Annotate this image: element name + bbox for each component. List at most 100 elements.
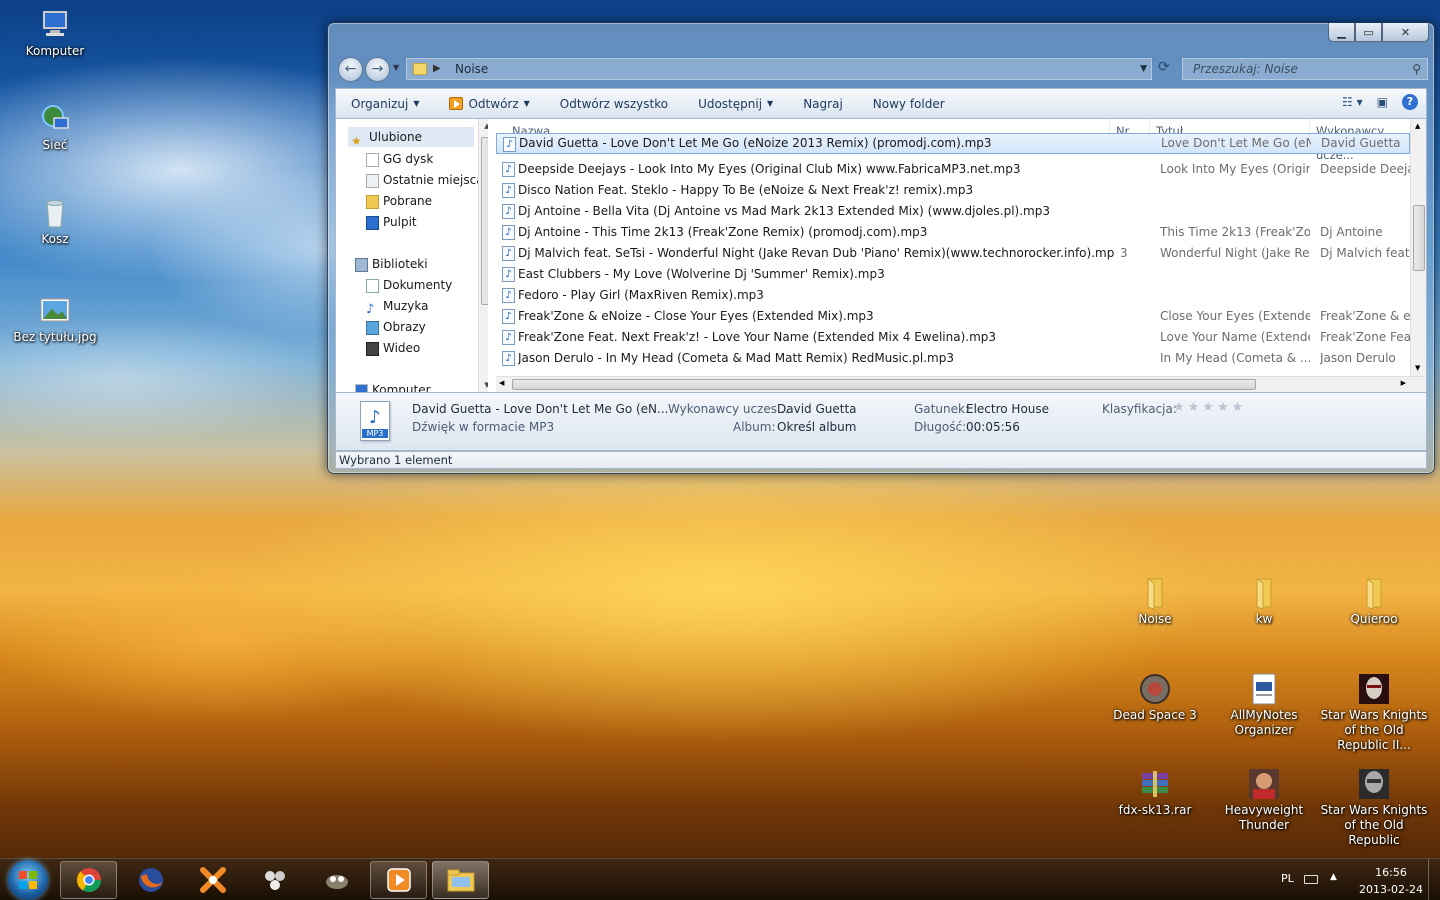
file-row[interactable]: ♪ David Guetta - Love Don't Let Me Go (eN… bbox=[496, 133, 1410, 154]
file-row[interactable]: ♪ Jason Derulo - In My Head (Cometa & Mad… bbox=[496, 348, 1410, 369]
desktop-icon-network[interactable]: Sieć bbox=[0, 102, 110, 153]
rating-stars[interactable]: ★★★★★ bbox=[1173, 400, 1246, 415]
nav-item-desktop[interactable]: Pulpit bbox=[366, 212, 417, 232]
file-row[interactable]: ♪ Dj Antoine - Bella Vita (Dj Antoine vs … bbox=[496, 201, 1410, 222]
desktop-icon-label: kw bbox=[1255, 612, 1273, 626]
desktop-icon-allmynotes[interactable]: AllMyNotes Organizer bbox=[1209, 672, 1319, 738]
view-options-icon[interactable]: ☷ ▾ bbox=[1342, 95, 1363, 109]
desktop-icon-folder-quieroo[interactable]: Quieroo bbox=[1319, 576, 1429, 627]
play-all-button[interactable]: Odtwórz wszystko bbox=[545, 97, 683, 111]
nav-item-downloads[interactable]: Pobrane bbox=[366, 191, 432, 211]
share-button[interactable]: Udostępnij ▼ bbox=[683, 97, 788, 111]
file-name: Dj Antoine - This Time 2k13 (Freak'Zone … bbox=[518, 225, 928, 239]
nav-item-music[interactable]: ♪ Muzyka bbox=[366, 296, 428, 317]
desktop-icon-folder-kw[interactable]: kw bbox=[1209, 576, 1319, 627]
taskbar-gimp[interactable] bbox=[308, 861, 365, 899]
folder-icon bbox=[413, 63, 427, 75]
file-row[interactable]: ♪ Deepside Deejays - Look Into My Eyes (O… bbox=[496, 159, 1420, 180]
back-button[interactable]: ← bbox=[338, 57, 363, 82]
clock-time[interactable]: 16:56 bbox=[1356, 866, 1426, 879]
desktop-icon-dead-space[interactable]: Dead Space 3 bbox=[1100, 672, 1210, 723]
nav-item-documents[interactable]: Dokumenty bbox=[366, 275, 452, 295]
refresh-icon[interactable]: ⟳ bbox=[1158, 59, 1178, 79]
nav-computer[interactable]: Komputer bbox=[355, 380, 431, 392]
taskbar-app-x[interactable] bbox=[184, 861, 241, 899]
taskbar-chrome[interactable] bbox=[60, 861, 117, 899]
address-dropdown-icon[interactable]: ▼ bbox=[1140, 59, 1147, 79]
help-icon[interactable]: ? bbox=[1402, 94, 1418, 110]
kotor-icon bbox=[1359, 769, 1389, 799]
desktop-icon-folder-noise[interactable]: Noise bbox=[1100, 576, 1210, 627]
language-indicator[interactable]: PL bbox=[1281, 872, 1294, 885]
open-label: Odtwórz bbox=[468, 96, 519, 111]
details-album-value[interactable]: Określ album bbox=[777, 420, 856, 434]
breadcrumb-separator-icon[interactable]: ▶ bbox=[433, 59, 441, 79]
search-input[interactable]: Przeszukaj: Noise ⚲ bbox=[1182, 58, 1428, 80]
new-folder-button[interactable]: Nowy folder bbox=[858, 97, 960, 111]
start-button[interactable] bbox=[8, 860, 48, 900]
close-button[interactable]: ✕ bbox=[1382, 23, 1429, 42]
file-list-scroll-thumb[interactable] bbox=[1413, 205, 1425, 271]
desktop-icon-kotor[interactable]: Star Wars Knights of the Old Republic bbox=[1319, 767, 1429, 848]
horizontal-scroll-thumb[interactable] bbox=[512, 379, 1256, 390]
forward-button[interactable]: → bbox=[365, 57, 390, 82]
scroll-left-icon[interactable]: ◀ bbox=[499, 379, 504, 387]
nav-libraries[interactable]: Biblioteki bbox=[355, 254, 428, 274]
nav-scroll-thumb[interactable] bbox=[481, 137, 488, 305]
organize-button[interactable]: Organizuj ▼ bbox=[336, 97, 434, 111]
nav-favorites[interactable]: ★ Ulubione bbox=[348, 127, 474, 148]
desktop-icon-recycle-bin[interactable]: Kosz bbox=[0, 196, 110, 247]
details-artists-value[interactable]: David Guetta bbox=[777, 402, 857, 416]
scroll-up-icon[interactable]: ▲ bbox=[1415, 122, 1420, 130]
taskbar-app-hex[interactable] bbox=[246, 861, 303, 899]
file-row[interactable]: ♪ Disco Nation Feat. Steklo - Happy To Be… bbox=[496, 180, 1410, 201]
file-row[interactable]: ♪ East Clubbers - My Love (Wolverine Dj '… bbox=[496, 264, 1410, 285]
file-artist: Dj Malvich feat. S bbox=[1320, 246, 1420, 260]
burn-button[interactable]: Nagraj bbox=[788, 97, 858, 111]
desktop-icon-kotor2[interactable]: Star Wars Knights of the Old Republic II… bbox=[1319, 672, 1429, 753]
scroll-down-icon[interactable]: ▼ bbox=[1415, 364, 1420, 372]
nav-item-recent-places[interactable]: Ostatnie miejsca bbox=[366, 170, 484, 190]
nav-item-gg-dysk[interactable]: GG dysk bbox=[366, 149, 433, 169]
caption-buttons: ▁ ▭ ✕ bbox=[1328, 23, 1429, 42]
taskbar-firefox[interactable] bbox=[122, 861, 179, 899]
desktop-icon-image-file[interactable]: Bez tytułu.jpg bbox=[0, 294, 110, 345]
keyboard-icon[interactable] bbox=[1304, 875, 1318, 884]
nav-item-pictures[interactable]: Obrazy bbox=[366, 317, 426, 337]
desktop-icon-heavyweight-thunder[interactable]: Heavyweight Thunder bbox=[1209, 767, 1319, 833]
show-desktop-button[interactable] bbox=[1428, 859, 1440, 900]
desktop-icon-computer[interactable]: Komputer bbox=[0, 8, 110, 59]
file-row[interactable]: ♪ Dj Antoine - This Time 2k13 (Freak'Zone… bbox=[496, 222, 1410, 243]
file-row[interactable]: ♪ Dj Malvich feat. SeTsi - Wonderful Nigh… bbox=[496, 243, 1420, 264]
breadcrumb-noise[interactable]: Noise bbox=[455, 62, 488, 76]
open-button[interactable]: Odtwórz ▼ bbox=[434, 97, 544, 111]
file-list-scrollbar[interactable]: ▲ ▼ bbox=[1410, 119, 1426, 392]
minimize-button[interactable]: ▁ bbox=[1328, 23, 1355, 42]
scroll-right-icon[interactable]: ▶ bbox=[1401, 379, 1406, 387]
preview-pane-icon[interactable]: ▣ bbox=[1377, 95, 1388, 109]
taskbar-media-player[interactable] bbox=[370, 861, 427, 899]
music-file-icon: ♪ bbox=[502, 330, 515, 345]
taskbar: PL ▲ 16:56 2013-02-24 bbox=[0, 858, 1440, 900]
file-row[interactable]: ♪ Fedoro - Play Girl (MaxRiven Remix).mp3 bbox=[496, 285, 1410, 306]
address-bar[interactable]: ▶ Noise ▼ bbox=[406, 58, 1152, 80]
desktop-icon-rar[interactable]: fdx-sk13.rar bbox=[1100, 767, 1210, 818]
clock-date[interactable]: 2013-02-24 bbox=[1356, 883, 1426, 896]
scroll-up-icon[interactable]: ▲ bbox=[479, 122, 488, 130]
details-genre-value[interactable]: Electro House bbox=[966, 402, 1049, 416]
horizontal-scrollbar[interactable]: ◀ ▶ bbox=[496, 376, 1426, 392]
nav-scrollbar[interactable]: ▲ ▼ bbox=[478, 119, 488, 392]
show-hidden-icons-icon[interactable]: ▲ bbox=[1330, 872, 1337, 882]
explorer-window[interactable]: ▁ ▭ ✕ ← → ▼ ▶ Noise ▼ ⟳ Przeszukaj: Nois… bbox=[327, 22, 1435, 474]
desktop-icon-label: Komputer bbox=[25, 44, 85, 58]
nav-item-videos[interactable]: Wideo bbox=[366, 338, 420, 358]
maximize-button[interactable]: ▭ bbox=[1355, 23, 1382, 42]
file-row[interactable]: ♪ Freak'Zone & eNoize - Close Your Eyes (… bbox=[496, 306, 1420, 327]
recent-pages-chevron-icon[interactable]: ▼ bbox=[393, 63, 399, 72]
file-row[interactable]: ♪ Freak'Zone Feat. Next Freak'z! - Love Y… bbox=[496, 327, 1420, 348]
nav-item-label: Pulpit bbox=[383, 215, 417, 229]
search-icon[interactable]: ⚲ bbox=[1412, 59, 1421, 79]
scroll-down-icon[interactable]: ▼ bbox=[479, 381, 488, 389]
nav-item-label: Pobrane bbox=[383, 194, 433, 208]
taskbar-explorer[interactable] bbox=[432, 861, 489, 899]
